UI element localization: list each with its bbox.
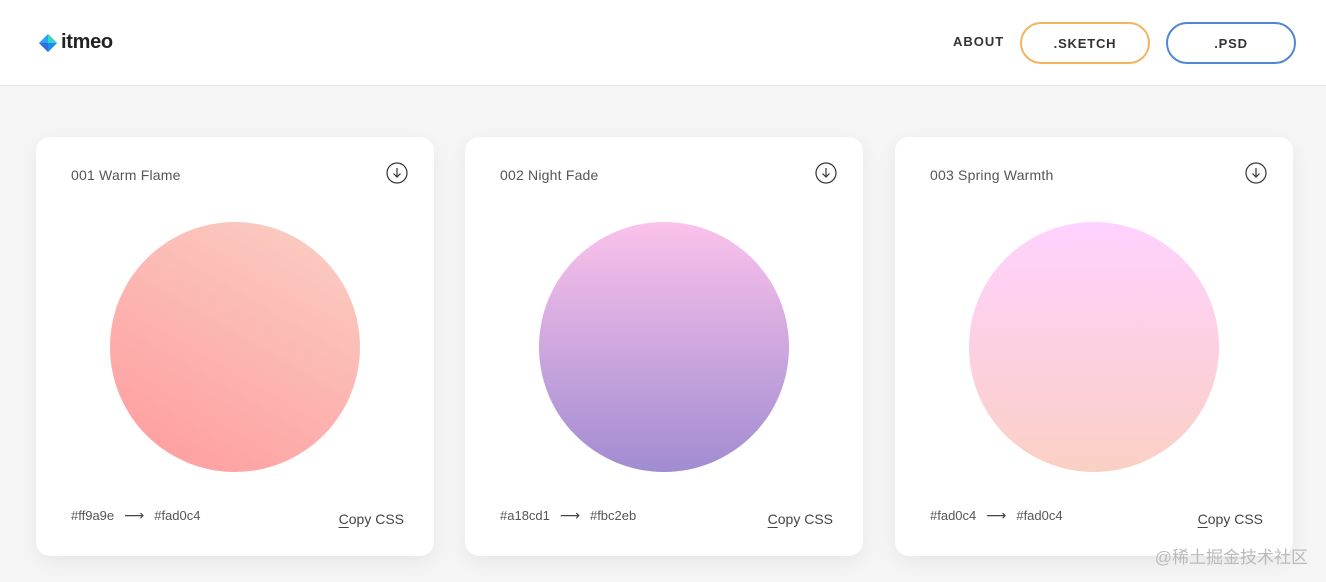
copy-css-button[interactable]: Copy CSS bbox=[1198, 511, 1263, 527]
color-to: #fad0c4 bbox=[154, 508, 201, 523]
color-from: #ff9a9e bbox=[71, 508, 115, 523]
gradient-colors: #fad0c4 ⟶ #fad0c4 bbox=[930, 507, 1063, 524]
copy-css-underlined-letter: C bbox=[767, 511, 778, 527]
copy-css-label: opy CSS bbox=[777, 511, 833, 527]
download-icon[interactable] bbox=[815, 162, 837, 184]
arrow-icon: ⟶ bbox=[986, 507, 1007, 523]
gradient-title: 001 Warm Flame bbox=[71, 167, 181, 183]
gradient-preview bbox=[969, 222, 1219, 472]
site-watermark: @稀土掘金技术社区 bbox=[1154, 548, 1308, 567]
sketch-download-button[interactable]: .SKETCH bbox=[1020, 22, 1150, 64]
arrow-icon: ⟶ bbox=[559, 507, 580, 523]
color-to: #fbc2eb bbox=[589, 508, 637, 523]
gradient-title: 003 Spring Warmth bbox=[930, 167, 1054, 183]
brand-logo[interactable]: itmeo bbox=[38, 31, 113, 54]
copy-css-underlined-letter: C bbox=[1197, 511, 1208, 527]
color-to: #fad0c4 bbox=[1016, 508, 1063, 523]
gradient-title: 002 Night Fade bbox=[500, 167, 599, 183]
arrow-icon: ⟶ bbox=[124, 507, 145, 523]
gradient-colors: #a18cd1 ⟶ #fbc2eb bbox=[500, 507, 636, 524]
top-header: itmeo ABOUT .SKETCH .PSD bbox=[0, 0, 1326, 86]
gradient-card: 001 Warm Flame #ff9a9e ⟶ #fad0c4 Copy CS… bbox=[36, 137, 434, 556]
color-from: #a18cd1 bbox=[500, 508, 550, 523]
copy-css-button[interactable]: Copy CSS bbox=[339, 511, 404, 527]
gradient-preview bbox=[539, 222, 789, 472]
gradient-card: 002 Night Fade #a18cd1 ⟶ #fbc2eb Copy CS… bbox=[465, 137, 863, 556]
copy-css-underlined-letter: C bbox=[338, 511, 349, 527]
copy-css-button[interactable]: Copy CSS bbox=[768, 511, 833, 527]
logo-icon bbox=[39, 33, 57, 52]
gradient-colors: #ff9a9e ⟶ #fad0c4 bbox=[71, 507, 200, 524]
nav-about-link[interactable]: ABOUT bbox=[953, 34, 1004, 49]
gradient-preview bbox=[110, 222, 360, 472]
copy-css-label: opy CSS bbox=[348, 511, 404, 527]
gradient-card: 003 Spring Warmth #fad0c4 ⟶ #fad0c4 Copy… bbox=[895, 137, 1293, 556]
copy-css-label: opy CSS bbox=[1207, 511, 1263, 527]
brand-name: itmeo bbox=[61, 31, 113, 53]
download-icon[interactable] bbox=[386, 162, 408, 184]
download-icon[interactable] bbox=[1245, 162, 1267, 184]
color-from: #fad0c4 bbox=[930, 508, 977, 523]
psd-download-button[interactable]: .PSD bbox=[1166, 22, 1296, 64]
